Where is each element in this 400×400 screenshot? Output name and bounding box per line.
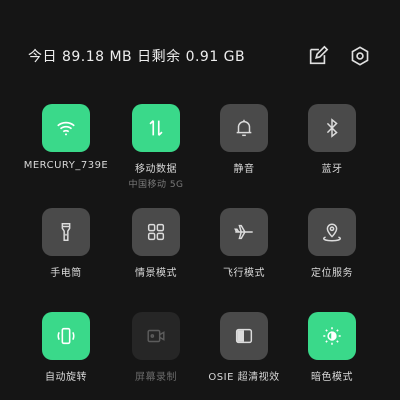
mobile-data-toggle[interactable] — [132, 104, 180, 152]
location-toggle[interactable] — [308, 208, 356, 256]
dark-mode-toggle[interactable] — [308, 312, 356, 360]
osie-icon — [235, 328, 253, 344]
tile-label: 移动数据 — [135, 164, 177, 175]
auto-rotate-toggle[interactable] — [42, 312, 90, 360]
tile-mobile-data[interactable]: 移动数据 中国移动 5G — [111, 104, 201, 190]
flashlight-icon — [61, 223, 71, 241]
tile-label: OSIE 超清视效 — [208, 372, 280, 383]
tile-label: 手电筒 — [50, 268, 82, 279]
dark-mode-icon — [323, 327, 341, 345]
tile-bluetooth[interactable]: 蓝牙 — [287, 104, 377, 175]
mobile-data-icon — [149, 120, 163, 136]
scene-mode-icon — [147, 223, 165, 241]
scene-mode-toggle[interactable] — [132, 208, 180, 256]
carrier-label: 中国移动 5G — [128, 180, 184, 190]
bluetooth-toggle[interactable] — [308, 104, 356, 152]
tile-label: 定位服务 — [311, 268, 353, 279]
tile-dark-mode[interactable]: 暗色模式 — [287, 312, 377, 383]
tile-airplane[interactable]: 飞行模式 — [199, 208, 289, 279]
tile-label: 暗色模式 — [311, 372, 353, 383]
airplane-icon — [234, 224, 253, 240]
auto-rotate-icon — [57, 327, 75, 345]
tile-label: 情景模式 — [135, 268, 177, 279]
wifi-icon — [57, 121, 75, 136]
tile-location[interactable]: 定位服务 — [287, 208, 377, 279]
tile-flashlight[interactable]: 手电筒 — [21, 208, 111, 279]
bell-icon — [236, 119, 252, 137]
tile-label: MERCURY_739E — [23, 160, 109, 171]
tile-auto-rotate[interactable]: 自动旋转 — [21, 312, 111, 383]
tile-scene-mode[interactable]: 情景模式 — [111, 208, 201, 279]
silent-toggle[interactable] — [220, 104, 268, 152]
tile-screen-record[interactable]: 屏幕录制 — [111, 312, 201, 383]
location-icon — [323, 223, 341, 242]
status-header: 今日 89.18 MB 日剩余 0.91 GB — [0, 38, 400, 74]
tile-label: 屏幕录制 — [135, 372, 177, 383]
tile-label: 静音 — [233, 164, 255, 175]
quick-settings-grid: MERCURY_739E 移动数据 中国移动 5G 静音 蓝牙 手电筒 情景模式… — [0, 104, 400, 400]
tile-label: 蓝牙 — [321, 164, 343, 175]
settings-gear-icon[interactable] — [346, 42, 374, 70]
bluetooth-icon — [326, 118, 338, 138]
flashlight-toggle[interactable] — [42, 208, 90, 256]
screen-record-icon — [147, 329, 165, 343]
airplane-toggle[interactable] — [220, 208, 268, 256]
tile-label: 飞行模式 — [223, 268, 265, 279]
tile-silent[interactable]: 静音 — [199, 104, 289, 175]
edit-icon[interactable] — [304, 42, 332, 70]
tile-wifi[interactable]: MERCURY_739E — [21, 104, 111, 171]
tile-label: 自动旋转 — [45, 372, 87, 383]
tile-osie[interactable]: OSIE 超清视效 — [199, 312, 289, 383]
wifi-toggle[interactable] — [42, 104, 90, 152]
osie-toggle[interactable] — [220, 312, 268, 360]
screen-record-toggle[interactable] — [132, 312, 180, 360]
data-usage-text: 今日 89.18 MB 日剩余 0.91 GB — [28, 49, 246, 65]
